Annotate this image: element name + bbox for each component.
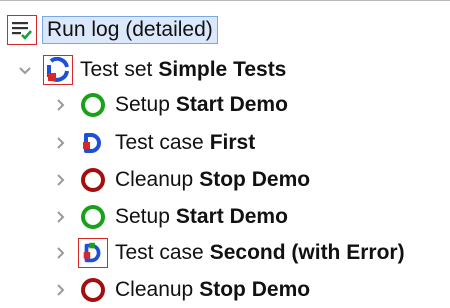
tree-item-row[interactable]: Test case Second (with Error) [51,235,405,271]
run-progress-icon [43,55,73,85]
chevron-right-icon[interactable] [51,162,69,198]
tree-suite-name: Simple Tests [158,58,287,81]
chevron-right-icon[interactable] [51,87,69,123]
chevron-right-icon[interactable] [51,125,69,161]
tree-item-label: Setup Start Demo [115,205,288,229]
run-log-tree: Run log (detailed) Test set Simple Tests [0,0,450,304]
tree-item-prefix: Test case [115,131,204,154]
chevron-right-icon[interactable] [51,272,69,308]
tree-item-label: Cleanup Stop Demo [115,168,310,192]
tree-item-prefix: Cleanup [115,168,194,191]
testcase-icon [79,129,107,157]
tree-suite-label: Test set Simple Tests [80,58,286,82]
tree-suite-prefix: Test set [80,58,153,81]
tree-item-label: Cleanup Stop Demo [115,278,310,302]
setup-ok-icon [79,91,107,119]
tree-item-label: Test case First [115,131,255,155]
tree-item-name: Start Demo [175,205,288,228]
setup-ok-icon [79,203,107,231]
cleanup-icon [79,276,107,304]
tree-item-row[interactable]: Test case First [51,125,255,161]
list-check-icon [7,15,37,45]
tree-item-name: Stop Demo [199,168,311,191]
testcase-error-icon [78,238,108,268]
chevron-down-icon[interactable] [16,52,34,88]
tree-item-row[interactable]: Cleanup Stop Demo [51,162,310,198]
tree-item-row[interactable]: Cleanup Stop Demo [51,272,310,308]
tree-item-prefix: Cleanup [115,278,194,301]
tree-item-name: Stop Demo [199,278,311,301]
tree-item-row[interactable]: Setup Start Demo [51,87,288,123]
tree-item-prefix: Setup [115,205,170,228]
tree-item-prefix: Setup [115,93,170,116]
chevron-right-icon[interactable] [51,199,69,235]
tree-item-name: First [209,131,256,154]
tree-root-label[interactable]: Run log (detailed) [42,16,218,44]
tree-item-label: Test case Second (with Error) [115,241,405,265]
tree-item-row[interactable]: Setup Start Demo [51,199,288,235]
chevron-right-icon[interactable] [51,235,69,271]
tree-item-name: Start Demo [175,93,288,116]
tree-suite-row[interactable]: Test set Simple Tests [16,52,286,88]
tree-root-row[interactable]: Run log (detailed) [7,12,218,48]
tree-item-name: Second (with Error) [209,241,405,264]
tree-item-prefix: Test case [115,241,204,264]
tree-item-label: Setup Start Demo [115,93,288,117]
cleanup-icon [79,166,107,194]
